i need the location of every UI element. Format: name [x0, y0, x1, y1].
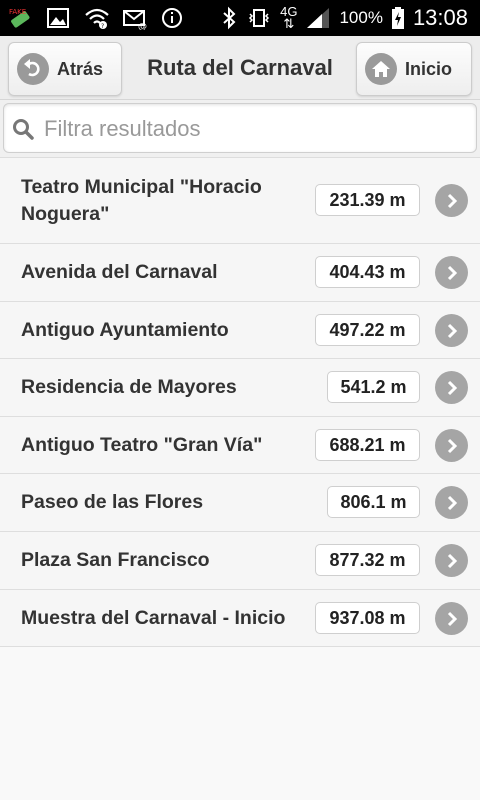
battery-icon [391, 6, 405, 30]
svg-text:FAKE: FAKE [9, 8, 26, 16]
chevron-right-icon[interactable] [435, 486, 468, 519]
info-icon [160, 6, 186, 30]
chevron-right-icon[interactable] [435, 602, 468, 635]
vibrate-icon [246, 6, 272, 30]
back-button-label: Atrás [57, 58, 104, 79]
network-4g-icon: 4G ⇅ [280, 4, 298, 31]
chevron-right-icon[interactable] [435, 256, 468, 289]
search-bar [0, 100, 480, 158]
list-item[interactable]: Muestra del Carnaval - Inicio 937.08 m [0, 590, 480, 647]
back-button[interactable]: Atrás [8, 42, 122, 96]
list-item-name: Paseo de las Flores [21, 491, 204, 513]
chevron-right-icon[interactable] [435, 429, 468, 462]
list-item[interactable]: Teatro Municipal "Horacio Noguera" 231.3… [0, 158, 480, 244]
chevron-right-icon[interactable] [435, 184, 468, 217]
chevron-right-icon[interactable] [435, 314, 468, 347]
distance-badge: 937.08 m [315, 602, 420, 634]
distance-badge: 806.1 m [327, 486, 420, 518]
results-list: Teatro Municipal "Horacio Noguera" 231.3… [0, 158, 480, 647]
list-item[interactable]: Residencia de Mayores 541.2 m [0, 359, 480, 417]
svg-text:@: @ [138, 22, 147, 30]
search-icon [12, 118, 34, 145]
home-icon [365, 53, 397, 85]
distance-badge: 404.43 m [315, 256, 420, 288]
home-button-label: Inicio [405, 58, 453, 79]
list-item-name: Residencia de Mayores [21, 376, 237, 398]
app-notification-icon: FAKE [8, 6, 34, 30]
list-item[interactable]: Plaza San Francisco 877.32 m [0, 532, 480, 590]
status-bar: FAKE ? @ 4G ⇅ 100% 13:08 [0, 0, 480, 36]
list-item-name: Plaza San Francisco [21, 549, 210, 571]
network-type: 4G [280, 4, 298, 19]
image-icon [46, 6, 72, 30]
battery-percentage: 100% [339, 8, 383, 27]
email-icon: @ [122, 6, 148, 32]
header-bar: Atrás Ruta del Carnaval Inicio [0, 36, 480, 100]
search-input[interactable] [44, 112, 464, 146]
list-item-name: Antiguo Ayuntamiento [21, 319, 229, 341]
signal-icon [305, 6, 331, 30]
list-item[interactable]: Paseo de las Flores 806.1 m [0, 474, 480, 532]
list-item-name: Antiguo Teatro "Gran Vía" [21, 434, 263, 456]
list-item-name: Avenida del Carnaval [21, 261, 218, 283]
distance-badge: 688.21 m [315, 429, 420, 461]
chevron-right-icon[interactable] [435, 544, 468, 577]
list-item[interactable]: Antiguo Teatro "Gran Vía" 688.21 m [0, 417, 480, 474]
distance-badge: 497.22 m [315, 314, 420, 346]
chevron-right-icon[interactable] [435, 371, 468, 404]
status-bar-right: 4G ⇅ 100% 13:08 [220, 4, 468, 32]
back-arrow-icon [17, 53, 49, 85]
svg-text:?: ? [101, 23, 104, 30]
bluetooth-icon [220, 6, 238, 30]
wifi-icon: ? [84, 6, 110, 30]
distance-badge: 541.2 m [327, 371, 420, 403]
search-box[interactable] [3, 103, 477, 153]
distance-badge: 231.39 m [315, 184, 420, 216]
distance-badge: 877.32 m [315, 544, 420, 576]
clock: 13:08 [412, 5, 468, 30]
list-item-name: Muestra del Carnaval - Inicio [21, 607, 286, 629]
home-button[interactable]: Inicio [356, 42, 472, 96]
status-bar-left: FAKE ? @ [8, 4, 186, 32]
list-item[interactable]: Antiguo Ayuntamiento 497.22 m [0, 302, 480, 359]
list-item[interactable]: Avenida del Carnaval 404.43 m [0, 244, 480, 302]
list-item-name: Teatro Municipal "Horacio Noguera" [21, 176, 262, 225]
page-title: Ruta del Carnaval [147, 55, 333, 80]
